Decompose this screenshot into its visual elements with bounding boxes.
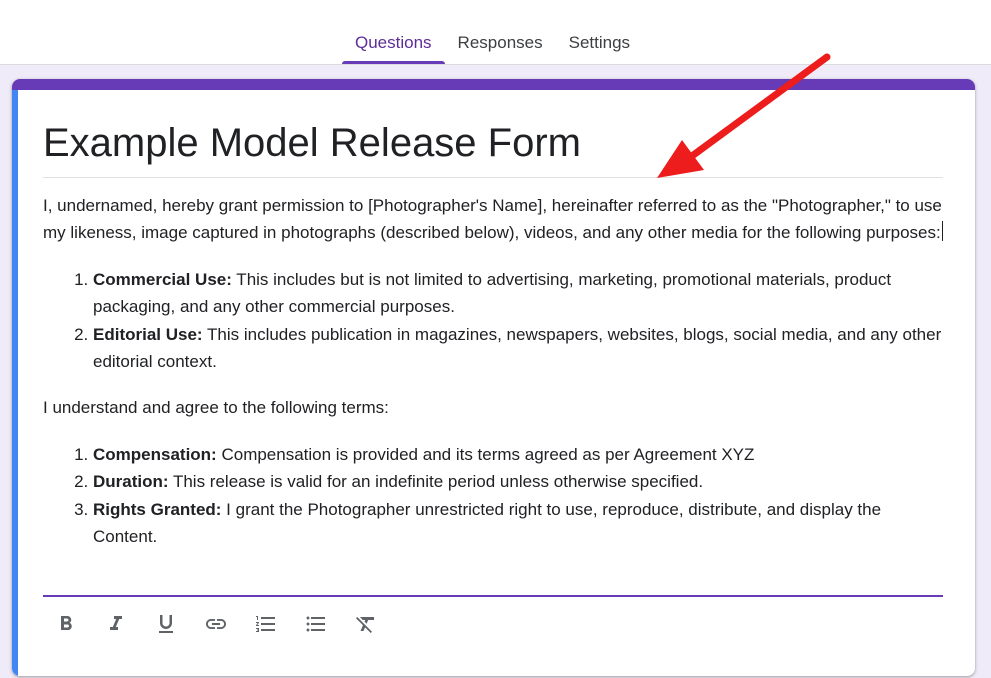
title-underline xyxy=(43,177,943,178)
italic-icon xyxy=(110,616,122,630)
form-header-card[interactable]: Example Model Release Form I, undernamed… xyxy=(12,79,975,676)
list-item: Commercial Use: This includes but is not… xyxy=(93,266,949,321)
bold-button[interactable] xyxy=(48,606,98,642)
numbered-list-button[interactable] xyxy=(248,606,298,642)
agree-paragraph: I understand and agree to the following … xyxy=(43,398,389,418)
intro-text: I, undernamed, hereby grant permission t… xyxy=(43,196,942,243)
text-cursor xyxy=(941,221,943,242)
form-description-editor[interactable]: I, undernamed, hereby grant permission t… xyxy=(43,192,949,569)
underline-icon xyxy=(159,615,173,633)
list-item-text: Compensation is provided and its terms a… xyxy=(216,444,755,464)
format-toolbar xyxy=(48,606,398,642)
list-item: Duration: This release is valid for an i… xyxy=(93,468,949,495)
link-button[interactable] xyxy=(198,606,248,642)
tab-responses[interactable]: Responses xyxy=(445,0,556,64)
list-item-term: Commercial Use: xyxy=(93,269,232,289)
numbered-list-icon xyxy=(256,616,275,632)
list-item-text: This release is valid for an indefinite … xyxy=(168,472,704,492)
editor-focus-underline xyxy=(43,595,943,597)
bulleted-list-icon xyxy=(306,616,325,632)
tab-questions[interactable]: Questions xyxy=(342,0,445,64)
form-title[interactable]: Example Model Release Form xyxy=(43,119,943,167)
intro-paragraph: I, undernamed, hereby grant permission t… xyxy=(43,192,949,247)
list-item-term: Compensation: xyxy=(93,444,217,464)
list-item: Rights Granted: I grant the Photographer… xyxy=(93,496,949,551)
clear-formatting-button[interactable] xyxy=(348,606,398,642)
list-item-term: Editorial Use: xyxy=(93,324,203,344)
purposes-list: Commercial Use: This includes but is not… xyxy=(43,266,949,376)
clear-formatting-icon xyxy=(356,617,374,633)
list-item-term: Duration: xyxy=(93,472,169,492)
bulleted-list-button[interactable] xyxy=(298,606,348,642)
card-focus-bar xyxy=(12,90,18,676)
list-item-text: This includes publication in magazines, … xyxy=(93,324,942,372)
bold-icon xyxy=(61,616,72,630)
top-bar: Questions Responses Settings xyxy=(0,0,991,65)
form-tabs: Questions Responses Settings xyxy=(342,0,643,64)
tab-settings[interactable]: Settings xyxy=(556,0,643,64)
underline-button[interactable] xyxy=(148,606,198,642)
list-item: Compensation: Compensation is provided a… xyxy=(93,441,949,468)
link-icon xyxy=(206,619,226,629)
terms-list: Compensation: Compensation is provided a… xyxy=(43,441,949,551)
list-item-term: Rights Granted: xyxy=(93,499,222,519)
list-item: Editorial Use: This includes publication… xyxy=(93,321,949,376)
card-accent-bar xyxy=(12,79,975,90)
italic-button[interactable] xyxy=(98,606,148,642)
